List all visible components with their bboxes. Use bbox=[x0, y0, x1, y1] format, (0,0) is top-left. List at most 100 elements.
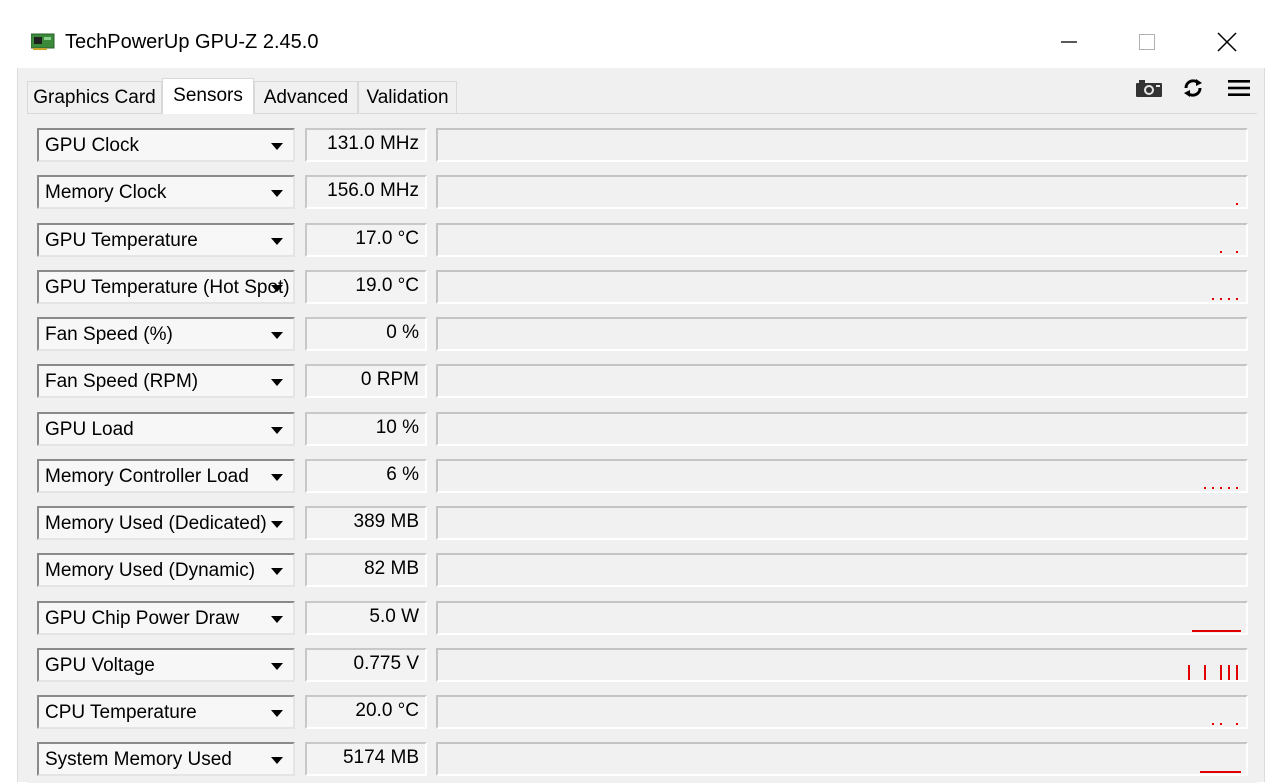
dropdown-arrow-icon[interactable] bbox=[271, 427, 283, 434]
sensor-graph-plot bbox=[1188, 665, 1238, 680]
sensor-select[interactable]: Memory Used (Dedicated) bbox=[37, 506, 295, 540]
graph-bar bbox=[1236, 665, 1238, 680]
graph-bar bbox=[1192, 630, 1201, 632]
sensor-graph-plot bbox=[1200, 771, 1241, 773]
graph-bar bbox=[1220, 487, 1222, 489]
sensor-value: 17.0 °C bbox=[305, 223, 427, 257]
sensor-value: 19.0 °C bbox=[305, 270, 427, 304]
maximize-button[interactable] bbox=[1124, 22, 1170, 62]
menu-button[interactable] bbox=[1225, 76, 1253, 100]
sensor-graph bbox=[436, 412, 1248, 446]
sensor-value: 156.0 MHz bbox=[305, 175, 427, 209]
graph-bar bbox=[1188, 665, 1190, 680]
graph-bar bbox=[1220, 665, 1222, 680]
graph-bar bbox=[1220, 251, 1222, 253]
dropdown-arrow-icon[interactable] bbox=[271, 521, 283, 528]
sensor-row: GPU Chip Power Draw 5.0 W bbox=[37, 601, 1249, 637]
sensor-select[interactable]: GPU Chip Power Draw bbox=[37, 601, 295, 635]
refresh-button[interactable] bbox=[1179, 76, 1207, 100]
refresh-icon bbox=[1184, 79, 1202, 97]
sensor-select[interactable]: Memory Clock bbox=[37, 175, 295, 209]
sensor-graph bbox=[436, 742, 1248, 776]
dropdown-arrow-icon[interactable] bbox=[271, 474, 283, 481]
gpu-card-icon bbox=[31, 33, 55, 50]
graph-bar bbox=[1236, 298, 1238, 300]
dropdown-arrow-icon[interactable] bbox=[271, 379, 283, 386]
graph-bar bbox=[1216, 630, 1225, 632]
tab-graphics-card[interactable]: Graphics Card bbox=[27, 81, 162, 113]
dropdown-arrow-icon[interactable] bbox=[271, 710, 283, 717]
dropdown-arrow-icon[interactable] bbox=[271, 238, 283, 245]
minimize-icon bbox=[1061, 41, 1077, 43]
sensor-value: 82 MB bbox=[305, 553, 427, 587]
sensor-graph-plot bbox=[438, 555, 1246, 585]
graph-bar bbox=[1228, 298, 1230, 300]
sensor-value: 5.0 W bbox=[305, 601, 427, 635]
sensor-graph-plot bbox=[1192, 630, 1241, 632]
sensor-select[interactable]: CPU Temperature bbox=[37, 695, 295, 729]
graph-bar bbox=[1204, 665, 1206, 680]
sensor-select[interactable]: Fan Speed (RPM) bbox=[37, 364, 295, 398]
sensor-graph bbox=[436, 601, 1248, 635]
sensor-select[interactable]: Memory Controller Load bbox=[37, 459, 295, 493]
sensor-row: CPU Temperature 20.0 °C bbox=[37, 695, 1249, 731]
graph-bar bbox=[1204, 487, 1206, 489]
window-title: TechPowerUp GPU-Z 2.45.0 bbox=[65, 31, 319, 53]
tab-validation[interactable]: Validation bbox=[358, 81, 457, 113]
tab-advanced[interactable]: Advanced bbox=[254, 81, 358, 113]
sensor-graph-plot bbox=[438, 508, 1246, 538]
dropdown-arrow-icon[interactable] bbox=[271, 757, 283, 764]
sensor-graph-plot bbox=[1236, 203, 1238, 205]
sensor-label: GPU Temperature bbox=[45, 230, 198, 251]
sensor-label: GPU Load bbox=[45, 419, 134, 440]
sensor-row: Memory Used (Dynamic) 82 MB bbox=[37, 553, 1249, 589]
tab-sensors[interactable]: Sensors bbox=[162, 78, 254, 114]
sensor-select[interactable]: Memory Used (Dynamic) bbox=[37, 553, 295, 587]
sensor-label: GPU Chip Power Draw bbox=[45, 608, 240, 629]
dropdown-arrow-icon[interactable] bbox=[271, 663, 283, 670]
sensor-select[interactable]: GPU Temperature (Hot Spot) bbox=[37, 270, 295, 304]
sensor-graph bbox=[436, 364, 1248, 398]
dropdown-arrow-icon[interactable] bbox=[271, 568, 283, 575]
graph-bar bbox=[1236, 487, 1238, 489]
title-bar: TechPowerUp GPU-Z 2.45.0 bbox=[0, 0, 1278, 68]
close-icon bbox=[1217, 32, 1237, 52]
sensor-graph-plot bbox=[438, 130, 1246, 160]
sensor-row: GPU Temperature (Hot Spot) 19.0 °C bbox=[37, 270, 1249, 306]
sensor-select[interactable]: GPU Voltage bbox=[37, 648, 295, 682]
sensor-label: CPU Temperature bbox=[45, 702, 197, 723]
sensor-graph bbox=[436, 553, 1248, 587]
sensor-row: GPU Temperature 17.0 °C bbox=[37, 223, 1249, 259]
camera-icon bbox=[1136, 80, 1162, 97]
dropdown-arrow-icon[interactable] bbox=[271, 616, 283, 623]
sensor-row: System Memory Used 5174 MB bbox=[37, 742, 1249, 778]
graph-bar bbox=[1236, 723, 1238, 725]
sensor-select[interactable]: GPU Temperature bbox=[37, 223, 295, 257]
sensor-value: 131.0 MHz bbox=[305, 128, 427, 162]
sensor-value: 389 MB bbox=[305, 506, 427, 540]
sensor-value: 0.775 V bbox=[305, 648, 427, 682]
sensor-row: GPU Load 10 % bbox=[37, 412, 1249, 448]
close-button[interactable] bbox=[1204, 22, 1250, 62]
dropdown-arrow-icon[interactable] bbox=[271, 190, 283, 197]
sensor-graph bbox=[436, 648, 1248, 682]
sensor-select[interactable]: System Memory Used bbox=[37, 742, 295, 776]
sensor-select[interactable]: GPU Load bbox=[37, 412, 295, 446]
sensor-label: Memory Clock bbox=[45, 182, 167, 203]
graph-bar bbox=[1236, 251, 1238, 253]
minimize-button[interactable] bbox=[1046, 22, 1092, 62]
sensor-label: System Memory Used bbox=[45, 749, 232, 770]
dropdown-arrow-icon[interactable] bbox=[271, 285, 283, 292]
screenshot-button[interactable] bbox=[1135, 76, 1163, 100]
sensor-label: GPU Clock bbox=[45, 135, 139, 156]
sensor-graph bbox=[436, 317, 1248, 351]
graph-bar bbox=[1232, 771, 1241, 773]
sensor-select[interactable]: Fan Speed (%) bbox=[37, 317, 295, 351]
menu-icon bbox=[1228, 80, 1250, 96]
sensor-select[interactable]: GPU Clock bbox=[37, 128, 295, 162]
dropdown-arrow-icon[interactable] bbox=[271, 143, 283, 150]
graph-bar bbox=[1224, 771, 1233, 773]
dropdown-arrow-icon[interactable] bbox=[271, 332, 283, 339]
graph-bar bbox=[1200, 630, 1209, 632]
sensor-graph bbox=[436, 459, 1248, 493]
